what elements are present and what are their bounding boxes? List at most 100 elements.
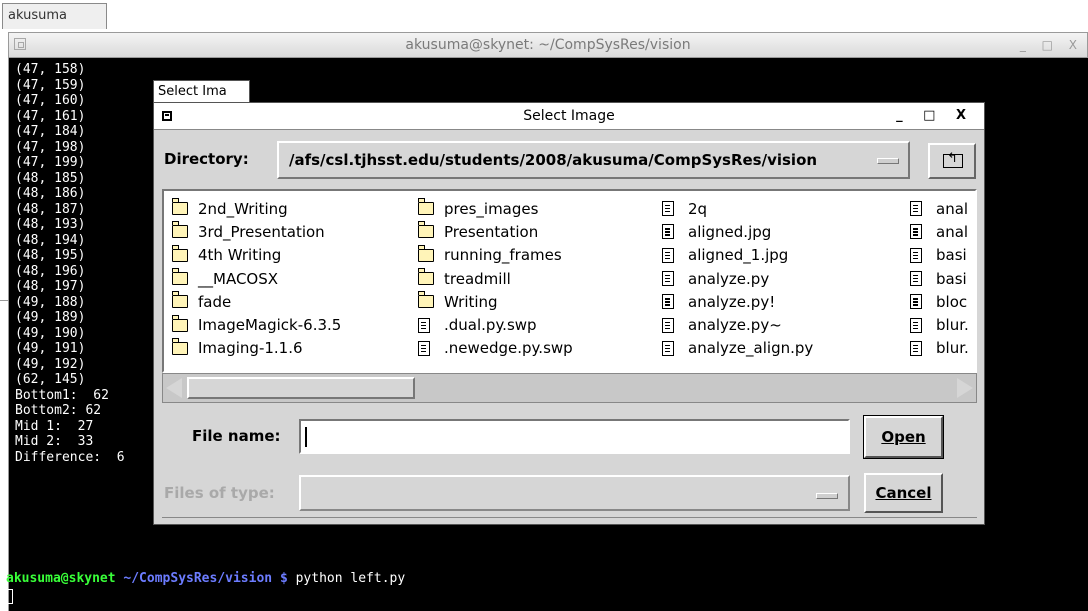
item-label: 2q	[688, 199, 708, 218]
item-label: ImageMagick-6.3.5	[198, 316, 342, 335]
file-icon	[418, 317, 430, 333]
item-label: Writing	[444, 292, 498, 311]
terminal-line: (47, 158)	[15, 62, 86, 77]
folder-icon	[171, 314, 188, 332]
prompt-line: akusuma@skynet ~/CompSysRes/vision $ pyt…	[6, 571, 405, 586]
file-item[interactable]: anal	[910, 220, 969, 243]
up-folder-icon	[943, 151, 963, 168]
terminal-line: (49, 191)	[15, 341, 86, 356]
terminal-output: (47, 158) (47, 159) (47, 160) (47, 161) (47,…	[15, 62, 125, 465]
folder-item[interactable]: Imaging-1.1.6	[171, 337, 341, 360]
item-label: blur.	[936, 316, 969, 335]
item-label: __MACOSX	[198, 269, 279, 288]
file-item[interactable]: basi	[910, 267, 969, 290]
file-icon	[910, 317, 922, 333]
folder-item[interactable]: Writing	[417, 290, 573, 313]
terminal-line: (48, 197)	[15, 279, 86, 294]
terminal-line: (48, 195)	[15, 248, 86, 263]
dialog-window-controls[interactable]: _ □ X	[896, 103, 974, 129]
file-item[interactable]: blur.	[910, 313, 969, 336]
dialog-bottom-divider	[162, 517, 977, 524]
item-label: blur.	[936, 339, 969, 358]
folder-item[interactable]: treadmill	[417, 267, 573, 290]
terminal-line: (47, 161)	[15, 108, 86, 124]
folder-icon	[171, 291, 188, 309]
file-name-input[interactable]	[299, 419, 850, 454]
terminal-line: (49, 192)	[15, 356, 86, 372]
file-item[interactable]: aligned.jpg	[662, 220, 813, 243]
file-item[interactable]: aligned_1.jpg	[662, 244, 813, 267]
divider	[0, 300, 8, 301]
cancel-button[interactable]: Cancel	[864, 473, 943, 513]
file-list[interactable]: 2nd_Writing 3rd_Presentation 4th Writing __…	[162, 189, 977, 373]
terminal-title: akusuma@skynet: ~/CompSysRes/vision	[405, 37, 691, 53]
folder-icon	[417, 268, 434, 286]
file-icon	[910, 201, 922, 217]
terminal-line: (48, 187)	[15, 201, 86, 217]
folder-icon	[417, 244, 434, 262]
file-item[interactable]: anal	[910, 197, 969, 220]
folder-item[interactable]: pres_images	[417, 197, 573, 220]
terminal-line: (47, 184)	[15, 124, 86, 139]
item-label: anal	[936, 199, 969, 218]
terminal-line: (47, 159)	[15, 77, 86, 93]
terminal-window-controls[interactable]: _ □ X	[1020, 33, 1083, 57]
file-item[interactable]: .newedge.py.swp	[418, 337, 573, 360]
file-item[interactable]: blur.	[910, 337, 969, 360]
scroll-right-icon[interactable]	[957, 378, 973, 398]
file-item[interactable]: basi	[910, 244, 969, 267]
file-icon	[910, 271, 922, 287]
folder-icon	[171, 198, 188, 216]
file-item[interactable]: .dual.py.swp	[418, 313, 573, 336]
file-column: 2q aligned.jpg aligned_1.jpg analyze.py anal…	[662, 197, 813, 360]
folder-item[interactable]: 4th Writing	[171, 244, 341, 267]
file-item[interactable]: analyze.py	[662, 267, 813, 290]
file-item[interactable]: 2q	[662, 197, 813, 220]
folder-item[interactable]: fade	[171, 290, 341, 313]
file-name-label: File name:	[192, 427, 281, 445]
dialog-titlebar[interactable]: Select Image _ □ X	[154, 103, 984, 130]
scrollbar-thumb[interactable]	[187, 377, 415, 399]
item-label: basi	[936, 269, 967, 288]
file-icon	[910, 247, 922, 263]
chevron-down-icon[interactable]	[877, 158, 899, 164]
item-label: analyze_align.py	[688, 339, 814, 358]
file-item[interactable]: bloc	[910, 290, 969, 313]
item-label: aligned.jpg	[688, 222, 772, 241]
folder-item[interactable]: Presentation	[417, 220, 573, 243]
horizontal-scrollbar[interactable]	[162, 373, 977, 403]
terminal-cursor	[6, 589, 13, 604]
scroll-left-icon[interactable]	[166, 378, 182, 398]
item-label: pres_images	[444, 199, 539, 218]
folder-item[interactable]: __MACOSX	[171, 267, 341, 290]
file-icon	[910, 294, 922, 310]
terminal-tab[interactable]: akusuma	[2, 3, 107, 29]
file-item[interactable]: analyze.py!	[662, 290, 813, 313]
open-button[interactable]: Open	[863, 415, 944, 459]
prompt-command: python left.py	[287, 571, 406, 586]
folder-item[interactable]: 2nd_Writing	[171, 197, 341, 220]
file-icon	[662, 224, 674, 240]
folder-icon	[171, 268, 188, 286]
item-label: 3rd_Presentation	[198, 222, 325, 241]
folder-item[interactable]: 3rd_Presentation	[171, 220, 341, 243]
item-label: analyze.py~	[688, 316, 782, 335]
item-label: running_frames	[444, 246, 562, 265]
item-label: fade	[198, 292, 232, 311]
chevron-down-icon[interactable]	[816, 493, 838, 499]
item-label: 4th Writing	[198, 246, 282, 265]
directory-combo[interactable]: /afs/csl.tjhsst.edu/students/2008/akusum…	[277, 141, 910, 179]
dialog-tab[interactable]: Select Ima	[153, 80, 250, 102]
folder-item[interactable]: running_frames	[417, 244, 573, 267]
terminal-line: (47, 160)	[15, 93, 86, 108]
up-folder-button[interactable]	[928, 143, 976, 179]
terminal-line: (49, 190)	[15, 325, 86, 341]
terminal-titlebar[interactable]: akusuma@skynet: ~/CompSysRes/vision _ □ …	[8, 32, 1088, 58]
terminal-line: Difference: 6	[15, 449, 125, 465]
folder-item[interactable]: ImageMagick-6.3.5	[171, 313, 342, 336]
terminal-line: Bottom2: 62	[15, 403, 102, 418]
file-item[interactable]: analyze.py~	[662, 313, 813, 336]
file-item[interactable]: analyze_align.py	[662, 337, 813, 360]
file-column: 2nd_Writing 3rd_Presentation 4th Writing __…	[171, 197, 342, 360]
files-of-type-combo[interactable]	[299, 475, 850, 511]
